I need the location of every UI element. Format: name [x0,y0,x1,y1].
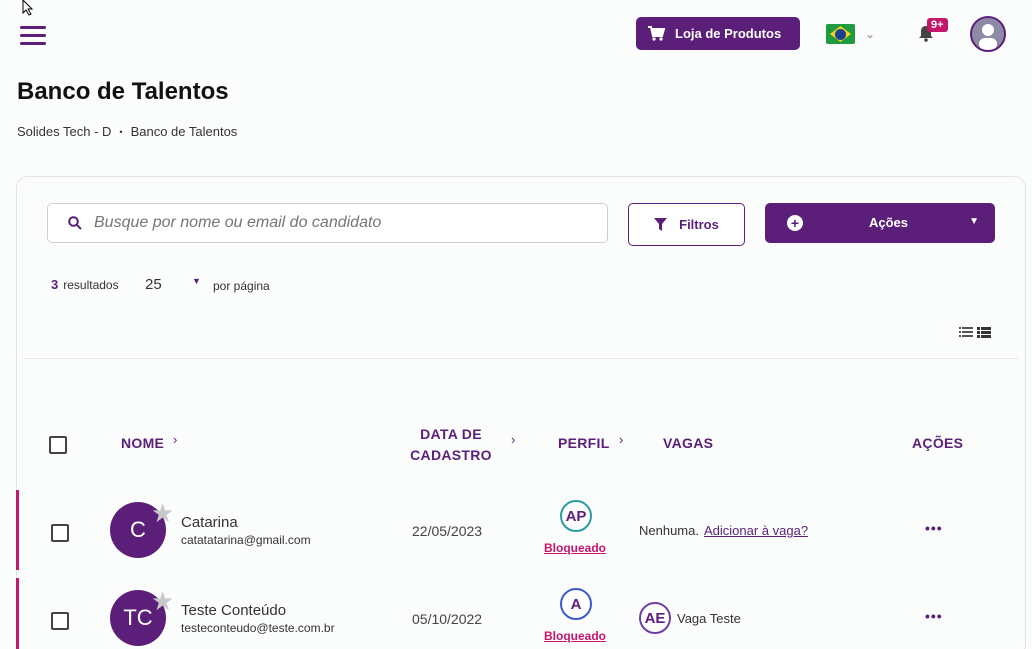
page-title: Banco de Talentos [17,78,229,105]
add-to-vaga-link[interactable]: Adicionar à vaga? [704,523,808,538]
per-page-select[interactable]: 25 [145,276,162,293]
caret-down-icon[interactable]: ▼ [192,276,201,286]
user-avatar[interactable] [970,16,1006,52]
candidate-name[interactable]: Catarina [181,514,238,531]
breadcrumb-item-current: Banco de Talentos [130,124,238,139]
profile-badge[interactable]: AP [560,500,592,532]
profile-badge[interactable]: A [560,588,592,620]
talent-bank-card [16,176,1026,649]
star-icon[interactable]: ★ [151,586,174,617]
star-icon[interactable]: ★ [151,498,174,529]
view-toggle [959,327,991,338]
hamburger-menu-icon[interactable] [20,26,46,46]
caret-down-icon: ▼ [969,216,979,227]
row-actions-menu-icon[interactable]: ••• [925,520,943,536]
column-header-name[interactable]: NOME [121,435,164,451]
column-header-vagas: VAGAS [663,435,714,451]
detailed-list-view-icon[interactable] [977,327,991,338]
vaga-badge[interactable]: AE [639,602,671,634]
results-number: 3 [51,277,59,292]
filter-icon [654,217,668,231]
column-header-profile[interactable]: PERFIL [558,435,610,451]
chevron-right-icon[interactable]: › [619,432,623,447]
vaga-name[interactable]: Vaga Teste [677,611,741,626]
divider [24,358,1018,359]
filters-button[interactable]: Filtros [628,203,745,246]
results-label: resultados [63,278,119,292]
row-checkbox[interactable] [51,524,69,542]
candidate-name[interactable]: Teste Conteúdo [181,602,286,619]
candidate-date: 05/10/2022 [412,611,483,627]
actions-label: Ações [869,215,909,230]
shop-button-label: Loja de Produtos [675,26,782,41]
results-count: 3 resultados [51,277,119,292]
breadcrumb: Solides Tech - D • Banco de Talentos [17,124,237,139]
actions-dropdown-button[interactable]: + Ações ▼ [765,203,995,243]
chevron-right-icon[interactable]: › [511,432,515,447]
add-circle-icon: + [787,215,803,231]
select-all-checkbox[interactable] [49,436,67,454]
profile-status-link[interactable]: Bloqueado [544,541,606,555]
filters-label: Filtros [679,217,719,232]
column-header-date-line1: DATA DE [420,426,482,442]
cart-icon [648,26,665,41]
search-icon [68,216,82,230]
row-actions-menu-icon[interactable]: ••• [925,608,943,624]
breadcrumb-separator: • [119,126,123,137]
candidate-email: catatatarina@gmail.com [181,533,311,547]
profile-status-link[interactable]: Bloqueado [544,629,606,643]
row-highlight-bar [16,578,19,649]
chevron-down-icon[interactable]: ⌄ [865,27,875,41]
shop-button[interactable]: Loja de Produtos [636,17,800,50]
search-box[interactable] [47,203,608,243]
column-header-date[interactable]: DATA DE CADASTRO [409,424,493,466]
row-highlight-bar [16,490,19,570]
brazil-flag-icon[interactable] [826,24,855,44]
vagas-none-text: Nenhuma. [639,523,699,538]
column-header-date-line2: CADASTRO [410,447,492,463]
top-bar: Loja de Produtos ⌄ 9+ [0,0,1032,70]
column-header-actions: AÇÕES [912,435,964,451]
per-page-label: por página [213,279,270,293]
notification-badge: 9+ [927,18,948,32]
row-checkbox[interactable] [51,612,69,630]
candidate-email: testeconteudo@teste.com.br [181,621,335,635]
search-input[interactable] [94,214,574,232]
candidate-date: 22/05/2023 [412,523,483,539]
list-view-icon[interactable] [959,327,973,337]
breadcrumb-item-company[interactable]: Solides Tech - D [17,124,111,139]
chevron-right-icon[interactable]: › [173,432,177,447]
